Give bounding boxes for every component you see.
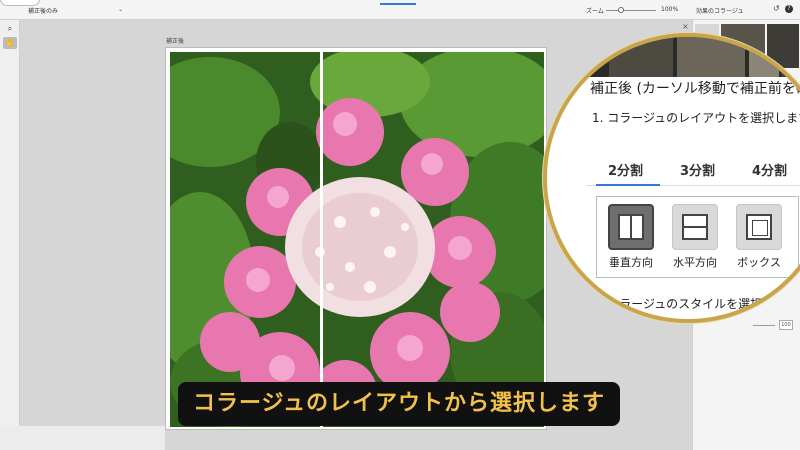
- style-slider[interactable]: [753, 325, 775, 326]
- zoom-slider[interactable]: [606, 10, 656, 11]
- tab-2-split[interactable]: 2分割: [595, 160, 661, 186]
- panel-heading: 補正後 (カーソル移動で補正前を確認。): [590, 81, 800, 97]
- hand-icon[interactable]: ✋: [3, 37, 17, 49]
- preset-thumbnail-strip: [547, 37, 800, 77]
- zoom-value: 100%: [661, 6, 679, 13]
- photo-editor-app: 補正後のみ ⌄ ズーム 100% 効果のコラージュ ↺ ? ⌕ ✋ 補正後 10…: [0, 0, 800, 450]
- view-mode-label: 補正後のみ: [28, 8, 59, 15]
- layout-option-tile: [672, 204, 718, 250]
- step1-instruction: 1. コラージュのレイアウトを選択します。: [592, 111, 800, 125]
- view-mode-select[interactable]: 補正後のみ ⌄: [28, 6, 123, 15]
- layout-option-label: ボックス: [737, 256, 781, 269]
- chevron-down-icon: ⌄: [118, 6, 124, 13]
- layout-option-vertical[interactable]: 垂直方向: [605, 204, 657, 270]
- layout-option-label: 垂直方向: [609, 256, 653, 269]
- search-icon[interactable]: ⌕: [3, 23, 17, 35]
- photo-frame: [165, 47, 547, 430]
- layout-option-label: 水平方向: [673, 256, 717, 269]
- top-toolbar: 補正後のみ ⌄ ズーム 100% 効果のコラージュ ↺ ?: [0, 0, 800, 20]
- tab-3-split[interactable]: 3分割: [680, 160, 715, 179]
- step2-instruction: 2. コラージュのスタイルを選択しま: [592, 297, 787, 311]
- layout-options: 垂直方向 水平方向 ボックス: [596, 196, 799, 278]
- layout-option-tile: [608, 204, 654, 250]
- image-label: 補正後: [166, 38, 185, 45]
- horizontal-split-icon: [682, 214, 708, 240]
- panel-title: 効果のコラージュ: [696, 8, 744, 15]
- preset-thumbnail[interactable]: [677, 37, 745, 77]
- collage-split-line[interactable]: [320, 52, 323, 427]
- hydrangea-image: [170, 52, 544, 427]
- close-icon[interactable]: ×: [682, 22, 689, 31]
- zoom-magnifier: 補正後 (カーソル移動で補正前を確認。) 1. コラージュのレイアウトを選択しま…: [543, 33, 800, 323]
- preset-thumbnail[interactable]: [781, 37, 800, 77]
- split-count-tabs: 2分割 3分割 4分割: [586, 156, 800, 186]
- preset-thumbnail[interactable]: [749, 37, 779, 77]
- layout-option-box[interactable]: ボックス: [733, 204, 785, 270]
- layout-option-tile: [736, 204, 782, 250]
- hydrangea-photo[interactable]: [170, 52, 544, 427]
- preset-thumbnail[interactable]: [609, 37, 673, 77]
- tab-4-split[interactable]: 4分割: [752, 160, 787, 179]
- tutorial-caption: コラージュのレイアウトから選択します: [178, 382, 620, 426]
- help-icon[interactable]: ?: [785, 5, 793, 13]
- left-toolbar: ⌕ ✋: [0, 20, 20, 450]
- vertical-split-icon: [618, 214, 644, 240]
- magnified-panel: 補正後 (カーソル移動で補正前を確認。) 1. コラージュのレイアウトを選択しま…: [547, 37, 800, 319]
- zoom-slider-thumb[interactable]: [618, 7, 624, 13]
- bottom-strip: [0, 426, 165, 450]
- top-tab-indicator: [380, 3, 416, 5]
- box-layout-icon: [746, 214, 772, 240]
- style-value-input[interactable]: 100: [779, 320, 793, 330]
- zoom-label: ズーム: [586, 8, 604, 15]
- undo-icon[interactable]: ↺: [773, 4, 780, 13]
- layout-option-horizontal[interactable]: 水平方向: [669, 204, 721, 270]
